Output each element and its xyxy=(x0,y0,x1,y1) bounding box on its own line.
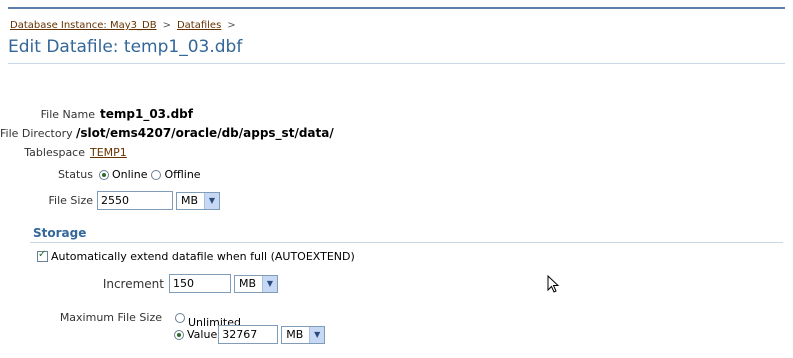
autoextend-label[interactable]: Automatically extend datafile when full … xyxy=(51,250,355,263)
breadcrumb-datafiles-link[interactable]: Datafiles xyxy=(177,20,221,31)
breadcrumb-separator: > xyxy=(227,20,236,31)
max-size-unit-value: MB xyxy=(286,328,304,341)
breadcrumb-separator: > xyxy=(162,20,171,31)
increment-unit-select[interactable]: MB ▼ xyxy=(234,274,278,293)
max-file-size-label: Maximum File Size xyxy=(59,311,162,324)
max-size-value-label[interactable]: Value xyxy=(187,328,217,341)
status-offline-label[interactable]: Offline xyxy=(164,168,200,181)
breadcrumb-database-instance-link[interactable]: Database Instance: May3_DB xyxy=(10,20,157,31)
max-size-value-input[interactable]: 32767 xyxy=(218,325,279,344)
title-divider xyxy=(8,63,785,64)
status-online-radio[interactable] xyxy=(99,169,109,180)
file-size-unit-value: MB xyxy=(181,194,199,207)
storage-divider xyxy=(30,242,783,243)
tablespace-link[interactable]: TEMP1 xyxy=(90,146,127,159)
max-size-unlimited-radio[interactable] xyxy=(175,312,185,323)
status-label: Status xyxy=(57,168,93,181)
increment-unit-value: MB xyxy=(239,277,257,290)
autoextend-checkbox[interactable] xyxy=(37,249,48,262)
file-size-label: File Size xyxy=(48,194,93,207)
file-name-value: temp1_03.dbf xyxy=(100,107,193,121)
storage-heading: Storage xyxy=(33,226,87,240)
max-size-value-row: Value 32767 MB ▼ xyxy=(174,325,326,344)
tablespace-label: Tablespace xyxy=(24,146,85,159)
file-directory-row: File Directory /slot/ems4207/oracle/db/a… xyxy=(0,126,334,140)
status-offline-radio[interactable] xyxy=(151,169,162,180)
increment-input[interactable]: 150 xyxy=(169,274,231,293)
file-size-row: File Size 2550 MB ▼ xyxy=(0,191,220,210)
chevron-down-icon[interactable]: ▼ xyxy=(309,326,325,343)
autoextend-row: Automatically extend datafile when full … xyxy=(37,249,359,263)
file-name-label: File Name xyxy=(40,107,95,121)
status-row: Status Online Offline xyxy=(0,168,205,181)
breadcrumb: Database Instance: May3_DB > Datafiles > xyxy=(10,20,242,31)
file-directory-label: File Directory xyxy=(0,126,73,140)
page-title: Edit Datafile: temp1_03.dbf xyxy=(8,37,243,57)
tablespace-row: Tablespace TEMP1 xyxy=(0,146,127,159)
file-directory-value: /slot/ems4207/oracle/db/apps_st/data/ xyxy=(76,126,334,140)
status-online-label[interactable]: Online xyxy=(112,168,147,181)
chevron-down-icon[interactable]: ▼ xyxy=(204,192,219,209)
increment-row: Increment 150 MB ▼ xyxy=(0,274,278,293)
max-size-value-radio[interactable] xyxy=(174,329,184,340)
file-size-input[interactable]: 2550 xyxy=(97,191,173,210)
file-size-unit-select[interactable]: MB ▼ xyxy=(176,191,220,210)
max-size-unit-select[interactable]: MB ▼ xyxy=(281,325,326,344)
chevron-down-icon[interactable]: ▼ xyxy=(262,275,277,292)
file-name-row: File Name temp1_03.dbf xyxy=(0,107,193,121)
increment-label: Increment xyxy=(102,276,164,291)
header-rule xyxy=(8,7,785,9)
mouse-pointer-icon xyxy=(547,275,560,293)
